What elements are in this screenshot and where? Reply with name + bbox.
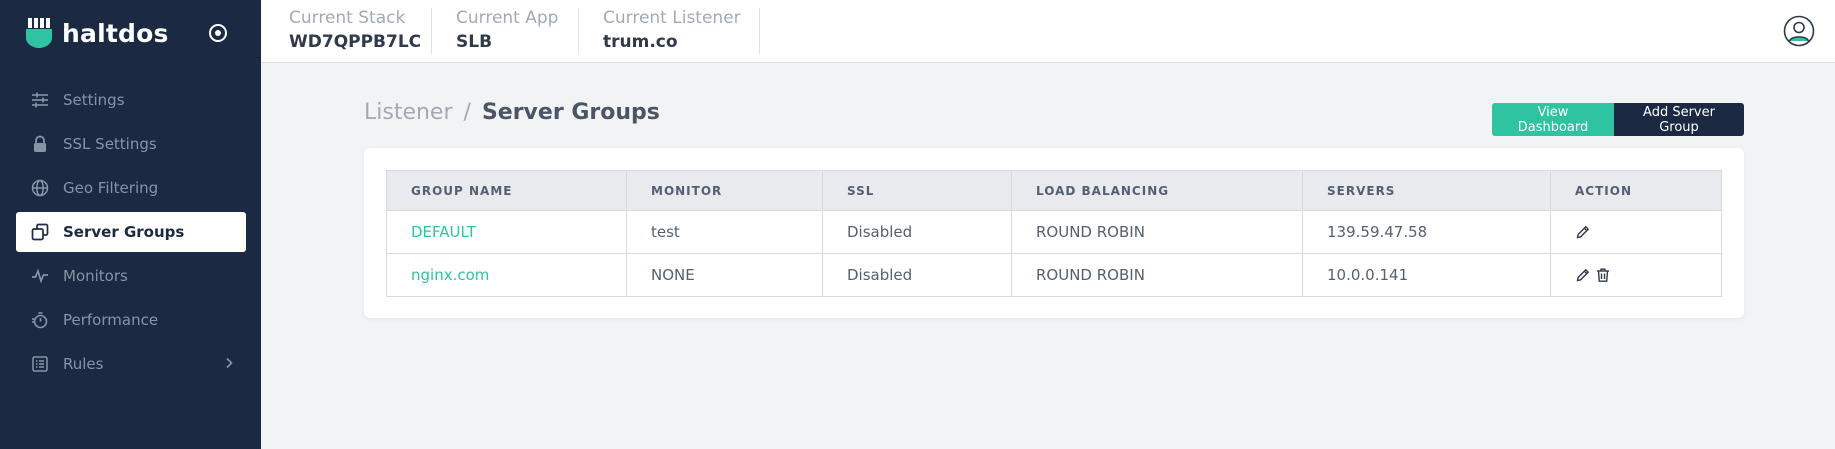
table-header-row: GROUP NAME MONITOR SSL LOAD BALANCING SE…: [386, 170, 1722, 211]
sliders-icon: [31, 91, 49, 109]
monitor-cell: NONE: [626, 253, 823, 297]
column-header-load-balancing: LOAD BALANCING: [1011, 170, 1303, 211]
sidebar-item-label: Settings: [63, 91, 125, 109]
current-app-label: Current App: [456, 8, 559, 28]
current-app[interactable]: Current App SLB: [456, 8, 558, 54]
load-balancing-cell: ROUND ROBIN: [1011, 253, 1303, 297]
current-stack-value: WD7QPPB7LC: [289, 32, 422, 52]
breadcrumb-separator: /: [463, 100, 471, 125]
current-listener-label: Current Listener: [603, 8, 741, 28]
divider: [431, 8, 432, 54]
column-header-ssl: SSL: [822, 170, 1012, 211]
delete-icon[interactable]: [1595, 267, 1611, 283]
view-dashboard-button[interactable]: View Dashboard: [1492, 103, 1614, 136]
column-header-servers: SERVERS: [1302, 170, 1551, 211]
sidebar-nav: Settings SSL Settings Geo Filtering Serv…: [16, 80, 246, 388]
chevron-right-icon[interactable]: [224, 355, 234, 373]
action-cell: [1550, 210, 1722, 254]
sidebar-item-server-groups[interactable]: Server Groups: [16, 212, 246, 252]
pulse-icon: [31, 267, 49, 285]
breadcrumb: Listener / Server Groups: [364, 100, 660, 125]
ssl-cell: Disabled: [822, 210, 1012, 254]
servers-cell: 139.59.47.58: [1302, 210, 1551, 254]
lock-icon: [31, 135, 49, 153]
server-groups-card: GROUP NAME MONITOR SSL LOAD BALANCING SE…: [364, 148, 1744, 318]
current-listener[interactable]: Current Listener trum.co: [603, 8, 741, 54]
column-header-action: ACTION: [1550, 170, 1722, 211]
server-groups-table: GROUP NAME MONITOR SSL LOAD BALANCING SE…: [386, 170, 1722, 297]
server-groups-icon: [31, 223, 49, 241]
sidebar-item-label: Performance: [63, 311, 159, 329]
breadcrumb-parent[interactable]: Listener: [364, 100, 453, 125]
current-stack-label: Current Stack: [289, 8, 406, 28]
divider: [578, 8, 579, 54]
add-server-group-button[interactable]: Add Server Group: [1614, 103, 1744, 136]
column-header-monitor: MONITOR: [626, 170, 823, 211]
column-header-group-name: GROUP NAME: [386, 170, 627, 211]
haltdos-logo-icon: [26, 18, 52, 48]
list-icon: [31, 355, 49, 373]
current-stack[interactable]: Current Stack WD7QPPB7LC: [289, 8, 421, 54]
globe-icon: [31, 179, 49, 197]
user-avatar-icon[interactable]: [1783, 15, 1815, 47]
sidebar-item-geo-filtering[interactable]: Geo Filtering: [16, 168, 246, 208]
edit-icon[interactable]: [1575, 224, 1591, 240]
top-bar: Current Stack WD7QPPB7LC Current App SLB…: [261, 0, 1835, 63]
sidebar-item-label: Geo Filtering: [63, 179, 159, 197]
load-balancing-cell: ROUND ROBIN: [1011, 210, 1303, 254]
sidebar-item-settings[interactable]: Settings: [16, 80, 246, 120]
divider: [759, 8, 760, 54]
servers-cell: 10.0.0.141: [1302, 253, 1551, 297]
action-cell: [1550, 253, 1722, 297]
sidebar-item-label: Rules: [63, 355, 104, 373]
sidebar-item-performance[interactable]: Performance: [16, 300, 246, 340]
monitor-cell: test: [626, 210, 823, 254]
page-title: Server Groups: [481, 100, 660, 125]
sidebar-item-label: Monitors: [63, 267, 128, 285]
sidebar-item-rules[interactable]: Rules: [16, 344, 246, 384]
table-row: nginx.com NONE Disabled ROUND ROBIN 10.0…: [386, 253, 1722, 297]
current-app-value: SLB: [456, 32, 493, 52]
sidebar-item-monitors[interactable]: Monitors: [16, 256, 246, 296]
sidebar-item-ssl-settings[interactable]: SSL Settings: [16, 124, 246, 164]
sidebar-toggle-icon[interactable]: [207, 22, 229, 44]
group-name-link[interactable]: DEFAULT: [386, 210, 627, 254]
edit-icon[interactable]: [1575, 267, 1591, 283]
current-listener-value: trum.co: [603, 32, 678, 52]
stopwatch-icon: [31, 311, 49, 329]
ssl-cell: Disabled: [822, 253, 1012, 297]
group-name-link[interactable]: nginx.com: [386, 253, 627, 297]
sidebar-item-label: Server Groups: [63, 223, 185, 241]
brand-logo[interactable]: haltdos: [26, 18, 169, 48]
sidebar-item-label: SSL Settings: [63, 135, 157, 153]
sidebar: haltdos Settings SSL Settings Geo Filter…: [0, 0, 261, 449]
table-row: DEFAULT test Disabled ROUND ROBIN 139.59…: [386, 210, 1722, 254]
brand-name: haltdos: [62, 18, 169, 48]
